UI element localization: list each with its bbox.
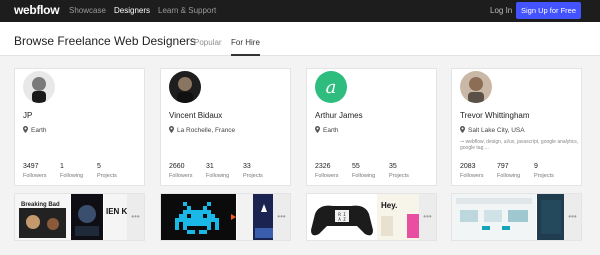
designer-card[interactable]: Trevor Whittingham Salt Lake City, USA ⊸…	[451, 68, 582, 186]
following-label: Following	[352, 173, 376, 179]
designer-name[interactable]: JP	[23, 111, 32, 120]
project-thumbnails: Breaking Bad IEN KAL •••	[14, 193, 145, 241]
signup-button[interactable]: Sign Up for Free	[516, 2, 581, 19]
followers-label: Followers	[315, 173, 339, 179]
top-navigation-bar: webflow Showcase Designers Learn & Suppo…	[0, 0, 600, 22]
followers-count: 2083	[460, 163, 476, 170]
nav-learn-support[interactable]: Learn & Support	[158, 6, 216, 15]
breaking-bad-title: Breaking Bad	[21, 202, 60, 208]
following-label: Following	[206, 173, 230, 179]
project-thumbnail[interactable]: R I A Z	[307, 194, 377, 240]
skills-text: webflow, design, ui/ux, javascript, goog…	[460, 139, 579, 151]
project-thumbnail[interactable]	[71, 194, 103, 240]
map-pin-icon	[460, 126, 465, 133]
projects-label: Projects	[389, 173, 409, 179]
ellipsis-icon[interactable]: •••	[273, 194, 290, 240]
followers-label: Followers	[23, 173, 47, 179]
location-text: Earth	[31, 127, 47, 134]
location-text: Earth	[323, 127, 339, 134]
space-invader-artwork	[161, 194, 236, 240]
projects-label: Projects	[243, 173, 263, 179]
page-title: Browse Freelance Web Designers	[14, 34, 196, 48]
avatar[interactable]	[460, 71, 492, 103]
page-header: Browse Freelance Web Designers Popular F…	[0, 22, 600, 56]
project-thumbnail[interactable]	[537, 194, 565, 240]
designer-skills: ⊸ webflow, design, ui/ux, javascript, go…	[460, 139, 580, 151]
followers-label: Followers	[460, 173, 484, 179]
active-tab-indicator	[231, 54, 260, 56]
followers-count: 2660	[169, 163, 185, 170]
map-pin-icon	[23, 126, 28, 133]
tab-for-hire[interactable]: For Hire	[231, 38, 260, 47]
map-pin-icon	[315, 126, 320, 133]
ellipsis-icon[interactable]: •••	[419, 194, 436, 240]
svg-text:A Z: A Z	[338, 217, 346, 222]
avatar[interactable]	[169, 71, 201, 103]
designer-name[interactable]: Arthur James	[315, 111, 363, 120]
project-thumbnail[interactable]	[161, 194, 236, 240]
project-thumbnail[interactable]: IEN KAL	[104, 194, 128, 240]
webflow-logo[interactable]: webflow	[14, 3, 60, 17]
tab-popular[interactable]: Popular	[194, 38, 222, 47]
project-thumbnail[interactable]	[452, 194, 536, 240]
project-thumbnail[interactable]: Hey.	[377, 194, 419, 240]
project-thumbnails: R I A Z Hey. •••	[306, 193, 437, 241]
designer-location: Salt Lake City, USA	[460, 126, 525, 134]
following-count: 1	[60, 163, 64, 170]
projects-label: Projects	[534, 173, 554, 179]
following-label: Following	[497, 173, 521, 179]
svg-text:a: a	[326, 77, 337, 98]
avatar[interactable]: a	[315, 71, 347, 103]
projects-count: 35	[389, 163, 397, 170]
projects-count: 33	[243, 163, 251, 170]
project-thumbnails: •••	[160, 193, 291, 241]
following-count: 55	[352, 163, 360, 170]
projects-count: 9	[534, 163, 538, 170]
game-controller-artwork: R I A Z	[307, 194, 377, 240]
designer-location: La Rochelle, France	[169, 126, 235, 134]
ienkal-text: IEN KAL	[106, 207, 128, 216]
nav-designers[interactable]: Designers	[114, 6, 150, 15]
designer-location: Earth	[23, 126, 47, 134]
designer-card[interactable]: JP Earth 3497 1 5 Followers Following Pr…	[14, 68, 145, 186]
projects-label: Projects	[97, 173, 117, 179]
login-link[interactable]: Log In	[490, 6, 512, 15]
followers-label: Followers	[169, 173, 193, 179]
designer-card[interactable]: Vincent Bidaux La Rochelle, France 2660 …	[160, 68, 291, 186]
project-thumbnail[interactable]	[253, 194, 275, 240]
designer-location: Earth	[315, 126, 339, 134]
designer-name[interactable]: Vincent Bidaux	[169, 111, 222, 120]
followers-count: 2326	[315, 163, 331, 170]
project-thumbnails: •••	[451, 193, 582, 241]
designer-card[interactable]: a Arthur James Earth 2326 55 35 Follower…	[306, 68, 437, 186]
following-count: 797	[497, 163, 509, 170]
projects-count: 5	[97, 163, 101, 170]
avatar[interactable]	[23, 71, 55, 103]
location-text: Salt Lake City, USA	[468, 127, 525, 134]
following-count: 31	[206, 163, 214, 170]
following-label: Following	[60, 173, 84, 179]
ellipsis-icon[interactable]: •••	[564, 194, 581, 240]
map-pin-icon	[169, 126, 174, 133]
hey-text: Hey.	[381, 201, 397, 210]
ellipsis-icon[interactable]: •••	[127, 194, 144, 240]
nav-showcase[interactable]: Showcase	[69, 6, 106, 15]
designer-name[interactable]: Trevor Whittingham	[460, 111, 530, 120]
project-thumbnail[interactable]: Breaking Bad	[15, 194, 70, 240]
location-text: La Rochelle, France	[177, 127, 236, 134]
followers-count: 3497	[23, 163, 39, 170]
